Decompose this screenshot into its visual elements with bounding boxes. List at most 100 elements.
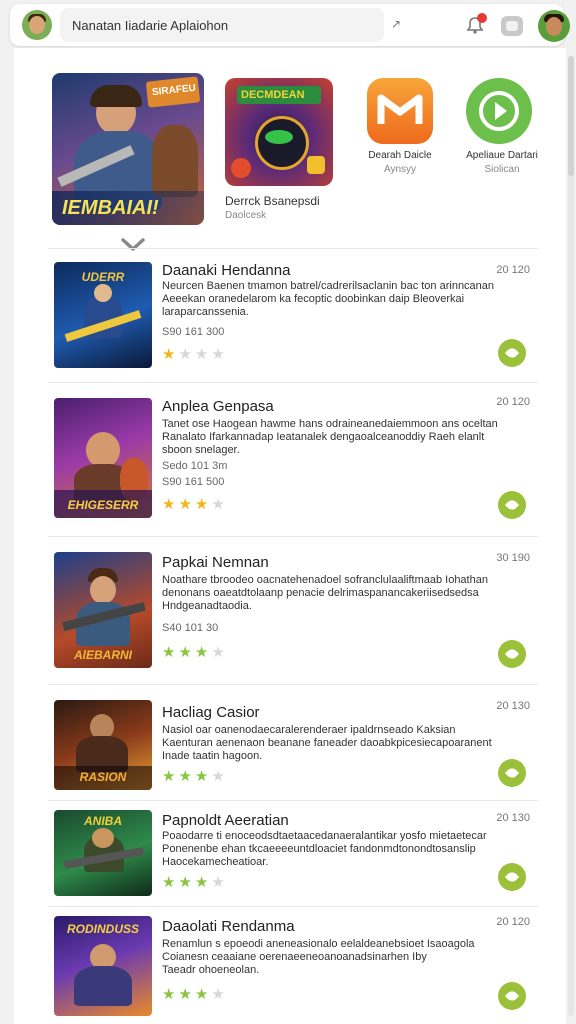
featured-card-1[interactable]: SIRAFEU IEMBAIAI!: [52, 73, 204, 225]
chevron-down-icon[interactable]: [120, 236, 146, 254]
divider: [48, 382, 538, 383]
star-filled-icon: ★: [178, 768, 192, 785]
star-filled-icon: ★: [194, 644, 209, 661]
install-button[interactable]: [498, 640, 526, 668]
app-row-1[interactable]: UDERR Daanaki Hendanna 20 120 Neurcen Ba…: [48, 260, 538, 372]
star-filled-icon: ★: [194, 986, 209, 1003]
star-rating: ★ ★ ★ ★: [162, 496, 228, 513]
app-thumbnail-label: ANIBA: [84, 814, 122, 828]
star-filled-icon: ★: [162, 768, 176, 785]
leaf-icon: [504, 765, 520, 781]
star-filled-icon: ★: [178, 986, 192, 1003]
search-dropdown-icon[interactable]: ↗: [391, 17, 401, 31]
app-meta: Sedo 101 3m: [162, 460, 228, 472]
app-description: Renamlun s epoeodi aneneasionalo eelalde…: [162, 938, 475, 976]
app-row-2[interactable]: EHIGESERR Anplea Genpasa 20 120 Tanet os…: [48, 396, 538, 526]
divider: [48, 536, 538, 537]
profile-avatar[interactable]: [538, 10, 570, 42]
star-filled-icon: ★: [178, 644, 192, 661]
app-thumbnail: AlEBARNI: [54, 552, 152, 668]
star-empty-icon: ★: [211, 986, 225, 1003]
featured-card-4[interactable]: Apeliaue Dartari Siolican: [460, 78, 544, 178]
app-thumbnail-label: RASION: [79, 770, 127, 784]
star-filled-icon: ★: [162, 986, 176, 1003]
featured-title-4: Apeliaue Dartari: [466, 150, 538, 161]
app-thumbnail: ANIBA: [54, 810, 152, 896]
app-size: 20 130: [496, 812, 530, 824]
window-icon[interactable]: [501, 16, 523, 36]
leaf-icon: [504, 988, 520, 1004]
star-empty-icon: ★: [194, 346, 209, 363]
app-title: Papkai Nemnan: [162, 554, 269, 571]
divider: [48, 248, 538, 249]
star-filled-icon: ★: [162, 496, 176, 513]
star-empty-icon: ★: [211, 496, 225, 513]
star-filled-icon: ★: [194, 768, 209, 785]
notification-badge: [477, 13, 487, 23]
app-meta-2: S90 161 500: [162, 476, 225, 488]
featured-banner-1: IEMBAIAI!: [62, 197, 159, 219]
app-description: Poaodarre ti enoceodsdtaetaacedanaeralan…: [162, 830, 487, 868]
star-empty-icon: ★: [178, 346, 192, 363]
app-row-5[interactable]: ANIBA Papnoldt Aeeratian 20 130 Poaodarr…: [48, 808, 538, 900]
featured-subtitle-4: Siolican: [484, 164, 520, 175]
app-title: Papnoldt Aeeratian: [162, 812, 289, 829]
star-rating: ★ ★ ★ ★: [162, 768, 228, 785]
leaf-icon: [504, 497, 520, 513]
app-title: Anplea Genpasa: [162, 398, 274, 415]
featured-subtitle-2: Daolcesk: [225, 210, 267, 221]
star-filled-icon: ★: [162, 874, 176, 891]
app-size: 30 190: [496, 552, 530, 564]
featured-card-2[interactable]: DECMDEAN Derrck Bsanepsdi Daolcesk: [225, 78, 335, 228]
featured-art-1: SIRAFEU IEMBAIAI!: [52, 73, 204, 225]
app-description: Tanet ose Haogean hawme hans odraineaned…: [162, 418, 498, 456]
star-filled-icon: ★: [178, 496, 192, 513]
app-description: Neurcen Baenen tmamon batrel/cadrerilsac…: [162, 280, 495, 318]
app-thumbnail-label: EHIGESERR: [67, 498, 139, 512]
leaf-icon: [504, 646, 520, 662]
app-thumbnail: UDERR: [54, 262, 152, 368]
app-meta: S40 101 30: [162, 622, 219, 634]
app-thumbnail-label: RODINDUSS: [66, 922, 139, 936]
divider: [48, 800, 538, 801]
star-empty-icon: ★: [211, 644, 225, 661]
app-row-3[interactable]: AlEBARNI Papkai Nemnan 30 190 Noathare t…: [48, 550, 538, 676]
featured-banner-2: DECMDEAN: [241, 89, 305, 101]
leaf-icon: [504, 869, 520, 885]
star-rating: ★ ★ ★ ★: [162, 986, 228, 1003]
star-rating: ★ ★ ★ ★: [162, 346, 228, 363]
featured-subtitle-3: Aynsyy: [383, 164, 417, 175]
orange-m-logo-icon: [367, 78, 433, 144]
scrollbar[interactable]: [568, 56, 574, 1016]
featured-title-2: Derrck Bsanepsdi: [225, 194, 320, 208]
app-row-4[interactable]: RASION Hacliag Casior 20 130 Nasiol oar …: [48, 698, 538, 794]
app-title: Hacliag Casior: [162, 704, 260, 721]
install-button[interactable]: [498, 863, 526, 891]
app-row-6[interactable]: RODINDUSS Daaolati Rendanma 20 120 Renam…: [48, 914, 538, 1018]
app-thumbnail: RASION: [54, 700, 152, 790]
star-rating: ★ ★ ★ ★: [162, 644, 228, 661]
featured-title-3: Dearah Daicle: [368, 150, 432, 161]
star-empty-icon: ★: [211, 346, 225, 363]
scrollbar-thumb[interactable]: [568, 56, 574, 176]
search-text: Nanatan Iiadarie Aplaiohon: [72, 18, 229, 33]
install-button[interactable]: [498, 982, 526, 1010]
divider: [48, 684, 538, 685]
install-button[interactable]: [498, 339, 526, 367]
app-size: 20 130: [496, 700, 530, 712]
featured-art-2: DECMDEAN: [225, 78, 333, 186]
app-title: Daaolati Rendanma: [162, 918, 295, 935]
search-input[interactable]: Nanatan Iiadarie Aplaiohon: [60, 8, 384, 42]
leaf-icon: [504, 345, 520, 361]
app-thumbnail: RODINDUSS: [54, 916, 152, 1016]
install-button[interactable]: [498, 491, 526, 519]
app-size: 20 120: [496, 264, 530, 276]
install-button[interactable]: [498, 759, 526, 787]
featured-card-3[interactable]: Dearah Daicle Aynsyy: [362, 78, 442, 178]
star-empty-icon: ★: [211, 874, 225, 891]
avatar-icon[interactable]: [22, 10, 52, 40]
star-empty-icon: ★: [211, 768, 225, 785]
app-description: Noathare tbroodeo oacnatehenadoel sofran…: [162, 574, 488, 612]
star-filled-icon: ★: [162, 346, 176, 363]
app-title: Daanaki Hendanna: [162, 262, 291, 279]
